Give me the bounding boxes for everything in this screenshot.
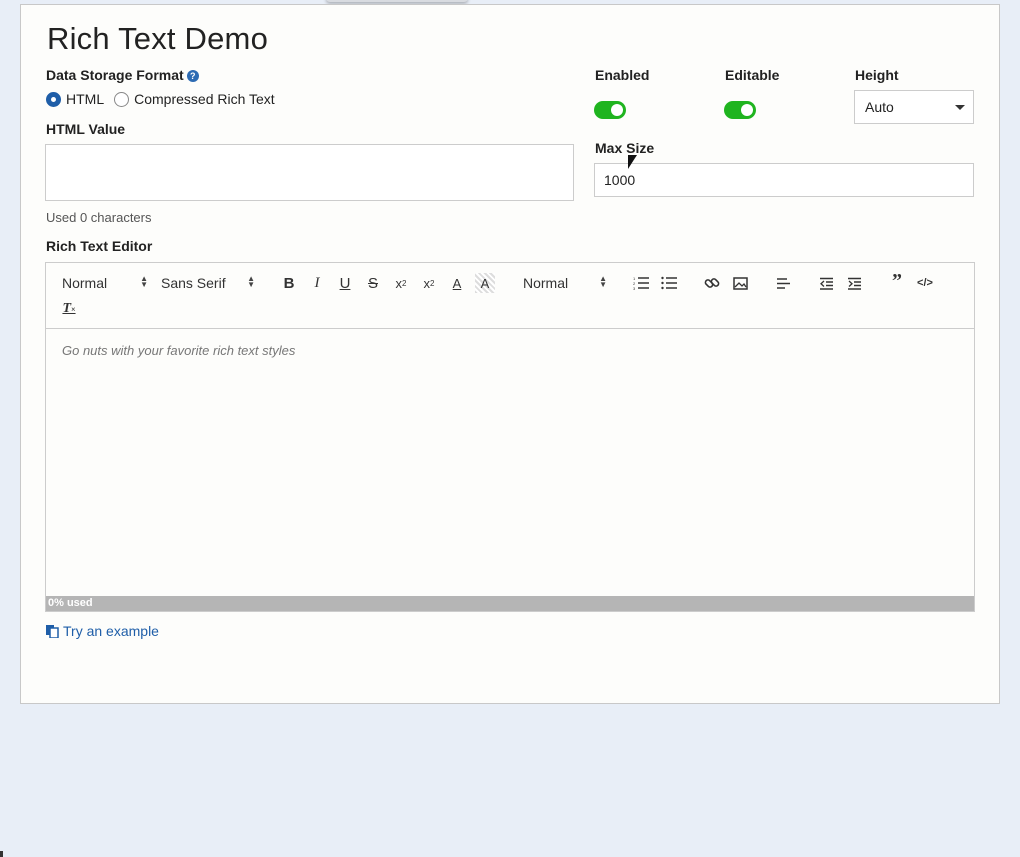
size-select[interactable]: Normal ▲ ▼ <box>523 274 607 292</box>
used-characters-text: Used 0 characters <box>46 210 152 225</box>
indent-icon[interactable] <box>844 273 864 293</box>
superscript-icon[interactable]: x2 <box>419 273 439 293</box>
rich-text-editor-label: Rich Text Editor <box>46 238 153 254</box>
header-select[interactable]: Normal ▲ ▼ <box>62 274 148 292</box>
rich-text-editor: Normal ▲ ▼ Sans Serif ▲ ▼ B I U S x2 x2 A … <box>45 262 975 612</box>
window-tab-shadow <box>326 0 468 2</box>
editor-toolbar: Normal ▲ ▼ Sans Serif ▲ ▼ B I U S x2 x2 A … <box>46 263 974 329</box>
height-select[interactable]: Auto <box>854 90 974 124</box>
usage-progress-label: 0% used <box>48 597 93 609</box>
help-icon[interactable]: ? <box>186 70 199 82</box>
outdent-icon[interactable] <box>816 273 836 293</box>
updown-arrows-icon: ▲ ▼ <box>599 274 607 289</box>
code-block-icon[interactable]: </> <box>915 273 935 293</box>
radio-compressed-rich-text[interactable]: Compressed Rich Text <box>114 91 275 107</box>
radio-compressed-indicator[interactable] <box>114 91 130 107</box>
window-corner <box>0 851 3 857</box>
html-value-textarea[interactable] <box>45 144 574 201</box>
radio-html-label: HTML <box>66 91 105 107</box>
max-size-input[interactable]: 1000 <box>594 163 974 197</box>
size-select-value: Normal <box>523 275 569 291</box>
try-example-link-text[interactable]: Try an example <box>63 623 159 639</box>
max-size-label: Max Size <box>595 140 655 156</box>
editor-content-area[interactable]: Go nuts with your favorite rich text sty… <box>46 329 974 597</box>
updown-arrows-icon: ▲ ▼ <box>140 274 148 289</box>
subscript-icon[interactable]: x2 <box>391 273 411 293</box>
page-title: Rich Text Demo <box>47 21 269 56</box>
radio-html[interactable]: HTML <box>46 91 104 107</box>
storage-format-label: Data Storage Format? <box>46 67 199 83</box>
mouse-cursor-icon <box>628 155 637 169</box>
bullet-list-icon[interactable] <box>659 273 679 293</box>
enabled-label: Enabled <box>595 67 650 83</box>
italic-icon[interactable]: I <box>307 273 327 293</box>
editable-label: Editable <box>725 67 780 83</box>
radio-compressed-label: Compressed Rich Text <box>134 91 275 107</box>
radio-html-indicator[interactable] <box>46 91 61 107</box>
clear-format-icon[interactable]: T × <box>59 299 79 319</box>
try-example-link[interactable]: Try an example <box>45 623 159 639</box>
link-icon[interactable] <box>702 273 722 293</box>
copy-icon <box>46 625 59 638</box>
ordered-list-icon[interactable]: 123 <box>631 273 651 293</box>
usage-progress-bar: 0% used <box>46 596 974 611</box>
height-label: Height <box>855 67 899 83</box>
header-select-value: Normal <box>62 275 108 291</box>
editable-toggle[interactable] <box>724 101 756 119</box>
blockquote-icon[interactable]: ” <box>887 270 907 292</box>
demo-card: Rich Text Demo Data Storage Format? HTML… <box>20 4 1000 704</box>
text-color-icon[interactable]: A <box>447 273 467 293</box>
svg-text:3: 3 <box>633 286 636 290</box>
underline-icon[interactable]: U <box>335 273 355 293</box>
image-icon[interactable] <box>730 273 750 293</box>
enabled-toggle[interactable] <box>594 101 626 119</box>
storage-format-label-text: Data Storage Format <box>46 67 184 83</box>
font-select-value: Sans Serif <box>161 275 226 291</box>
caret-down-icon <box>955 105 965 110</box>
align-left-icon[interactable] <box>773 273 793 293</box>
editor-placeholder: Go nuts with your favorite rich text sty… <box>62 343 296 358</box>
background-color-icon[interactable]: A <box>475 273 495 293</box>
height-select-value: Auto <box>865 99 894 115</box>
strikethrough-icon[interactable]: S <box>363 273 383 293</box>
storage-format-radio-group: HTML Compressed Rich Text <box>46 91 285 107</box>
bold-icon[interactable]: B <box>279 273 299 293</box>
html-value-label: HTML Value <box>46 121 126 137</box>
updown-arrows-icon: ▲ ▼ <box>247 274 255 289</box>
font-select[interactable]: Sans Serif ▲ ▼ <box>161 274 255 292</box>
